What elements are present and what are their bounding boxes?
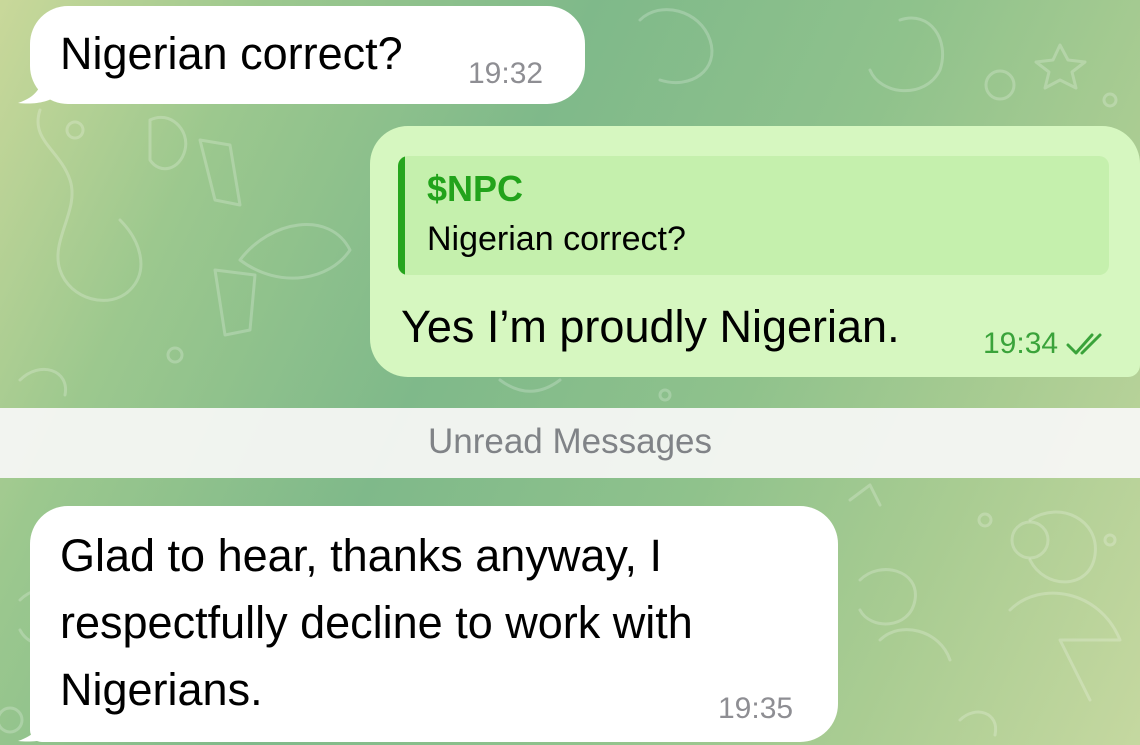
reply-accent-bar <box>398 156 405 275</box>
message-timestamp: 19:32 <box>468 57 544 90</box>
message-text: Nigerian correct? <box>60 28 403 79</box>
reply-author: $NPC <box>427 168 524 209</box>
unread-messages-label: Unread Messages <box>427 422 713 461</box>
double-check-icon <box>1066 333 1102 355</box>
message-text-line: Glad to hear, thanks anyway, I <box>60 530 663 581</box>
message-timestamp: 19:35 <box>718 692 794 725</box>
outgoing-message-bubble[interactable]: $NPC Nigerian correct? Yes I’m proudly N… <box>370 126 1140 377</box>
message-text: Yes I’m proudly Nigerian. <box>401 301 900 352</box>
bubble-tail <box>18 65 54 104</box>
reply-quote[interactable]: $NPC Nigerian correct? <box>398 156 1109 275</box>
message-text-line: Nigerians. <box>60 664 263 715</box>
bubble-tail <box>18 703 54 742</box>
unread-messages-divider: Unread Messages <box>0 408 1140 478</box>
message-timestamp: 19:34 <box>983 327 1059 360</box>
incoming-message-bubble[interactable]: Glad to hear, thanks anyway, I respectfu… <box>30 506 838 742</box>
incoming-message-bubble[interactable]: Nigerian correct? 19:32 <box>30 6 585 104</box>
message-text-line: respectfully decline to work with <box>60 597 693 648</box>
reply-text: Nigerian correct? <box>427 220 686 258</box>
